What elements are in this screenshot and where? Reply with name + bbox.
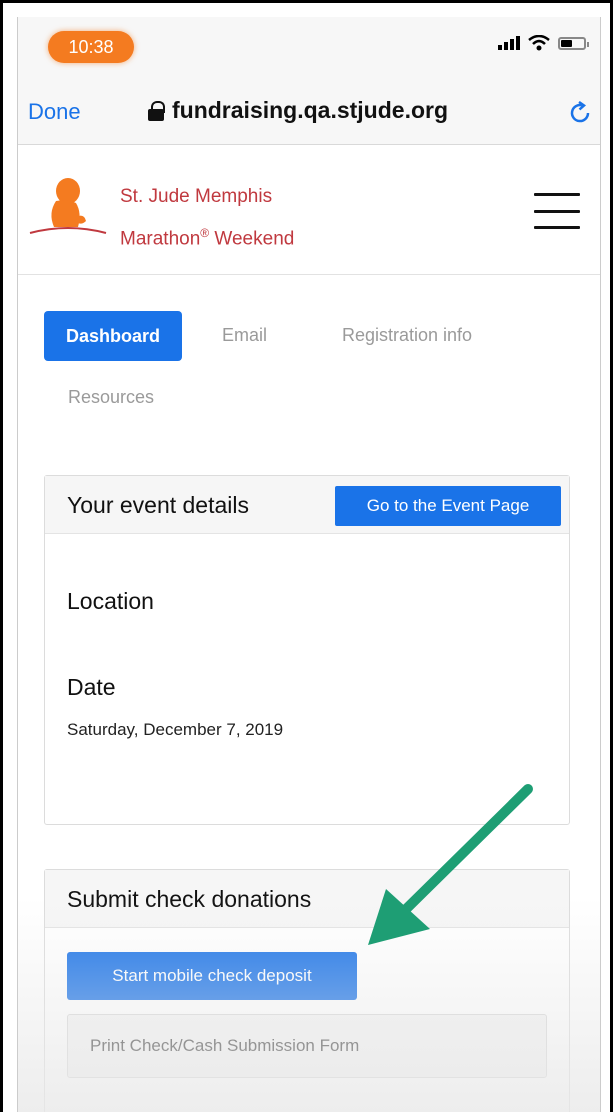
check-donations-title: Submit check donations xyxy=(67,886,312,912)
event-details-header: Your event details Go to the Event Page xyxy=(45,476,569,534)
tab-registration-info[interactable]: Registration info xyxy=(342,325,472,346)
brand-name[interactable]: St. Jude Memphis Marathon® Weekend xyxy=(120,179,294,257)
tab-email[interactable]: Email xyxy=(222,325,267,346)
url-text: fundraising.qa.stjude.org xyxy=(172,97,449,123)
status-icons xyxy=(498,35,589,51)
site-header: St. Jude Memphis Marathon® Weekend xyxy=(18,145,600,275)
brand-line-1: St. Jude Memphis xyxy=(120,186,273,207)
status-bar: 10:38 xyxy=(18,17,600,87)
brand-line-2: Marathon® Weekend xyxy=(120,226,295,250)
video-frame: 10:38 Done fundraising.qa.stjude.org St.… xyxy=(0,0,613,1112)
reload-icon[interactable] xyxy=(570,101,592,125)
dashboard-page: Dashboard Email Registration info Resour… xyxy=(18,275,600,1112)
date-value: Saturday, December 7, 2019 xyxy=(67,720,284,739)
hamburger-menu-icon[interactable] xyxy=(534,193,580,229)
tab-resources[interactable]: Resources xyxy=(68,387,154,408)
event-details-title: Your event details xyxy=(67,492,250,518)
browser-bar: Done fundraising.qa.stjude.org xyxy=(18,87,600,145)
annotation-arrow-icon xyxy=(368,784,533,945)
wifi-icon xyxy=(528,35,550,51)
st-jude-logo[interactable] xyxy=(28,173,108,239)
status-time: 10:38 xyxy=(48,31,134,63)
url-bar[interactable]: fundraising.qa.stjude.org xyxy=(148,97,448,124)
done-button[interactable]: Done xyxy=(28,99,81,125)
date-label: Date xyxy=(67,674,116,700)
battery-icon xyxy=(558,36,589,50)
signal-icon xyxy=(498,36,520,50)
tab-dashboard[interactable]: Dashboard xyxy=(44,311,183,361)
event-details-card: Your event details Go to the Event Page … xyxy=(44,475,570,825)
phone-screen: 10:38 Done fundraising.qa.stjude.org St.… xyxy=(17,17,601,1112)
lock-icon xyxy=(148,100,165,121)
go-to-event-page-button[interactable]: Go to the Event Page xyxy=(335,486,561,526)
start-mobile-check-deposit-button[interactable]: Start mobile check deposit xyxy=(67,952,357,1000)
print-submission-form-button[interactable]: Print Check/Cash Submission Form xyxy=(67,1014,547,1078)
location-label: Location xyxy=(67,588,154,614)
